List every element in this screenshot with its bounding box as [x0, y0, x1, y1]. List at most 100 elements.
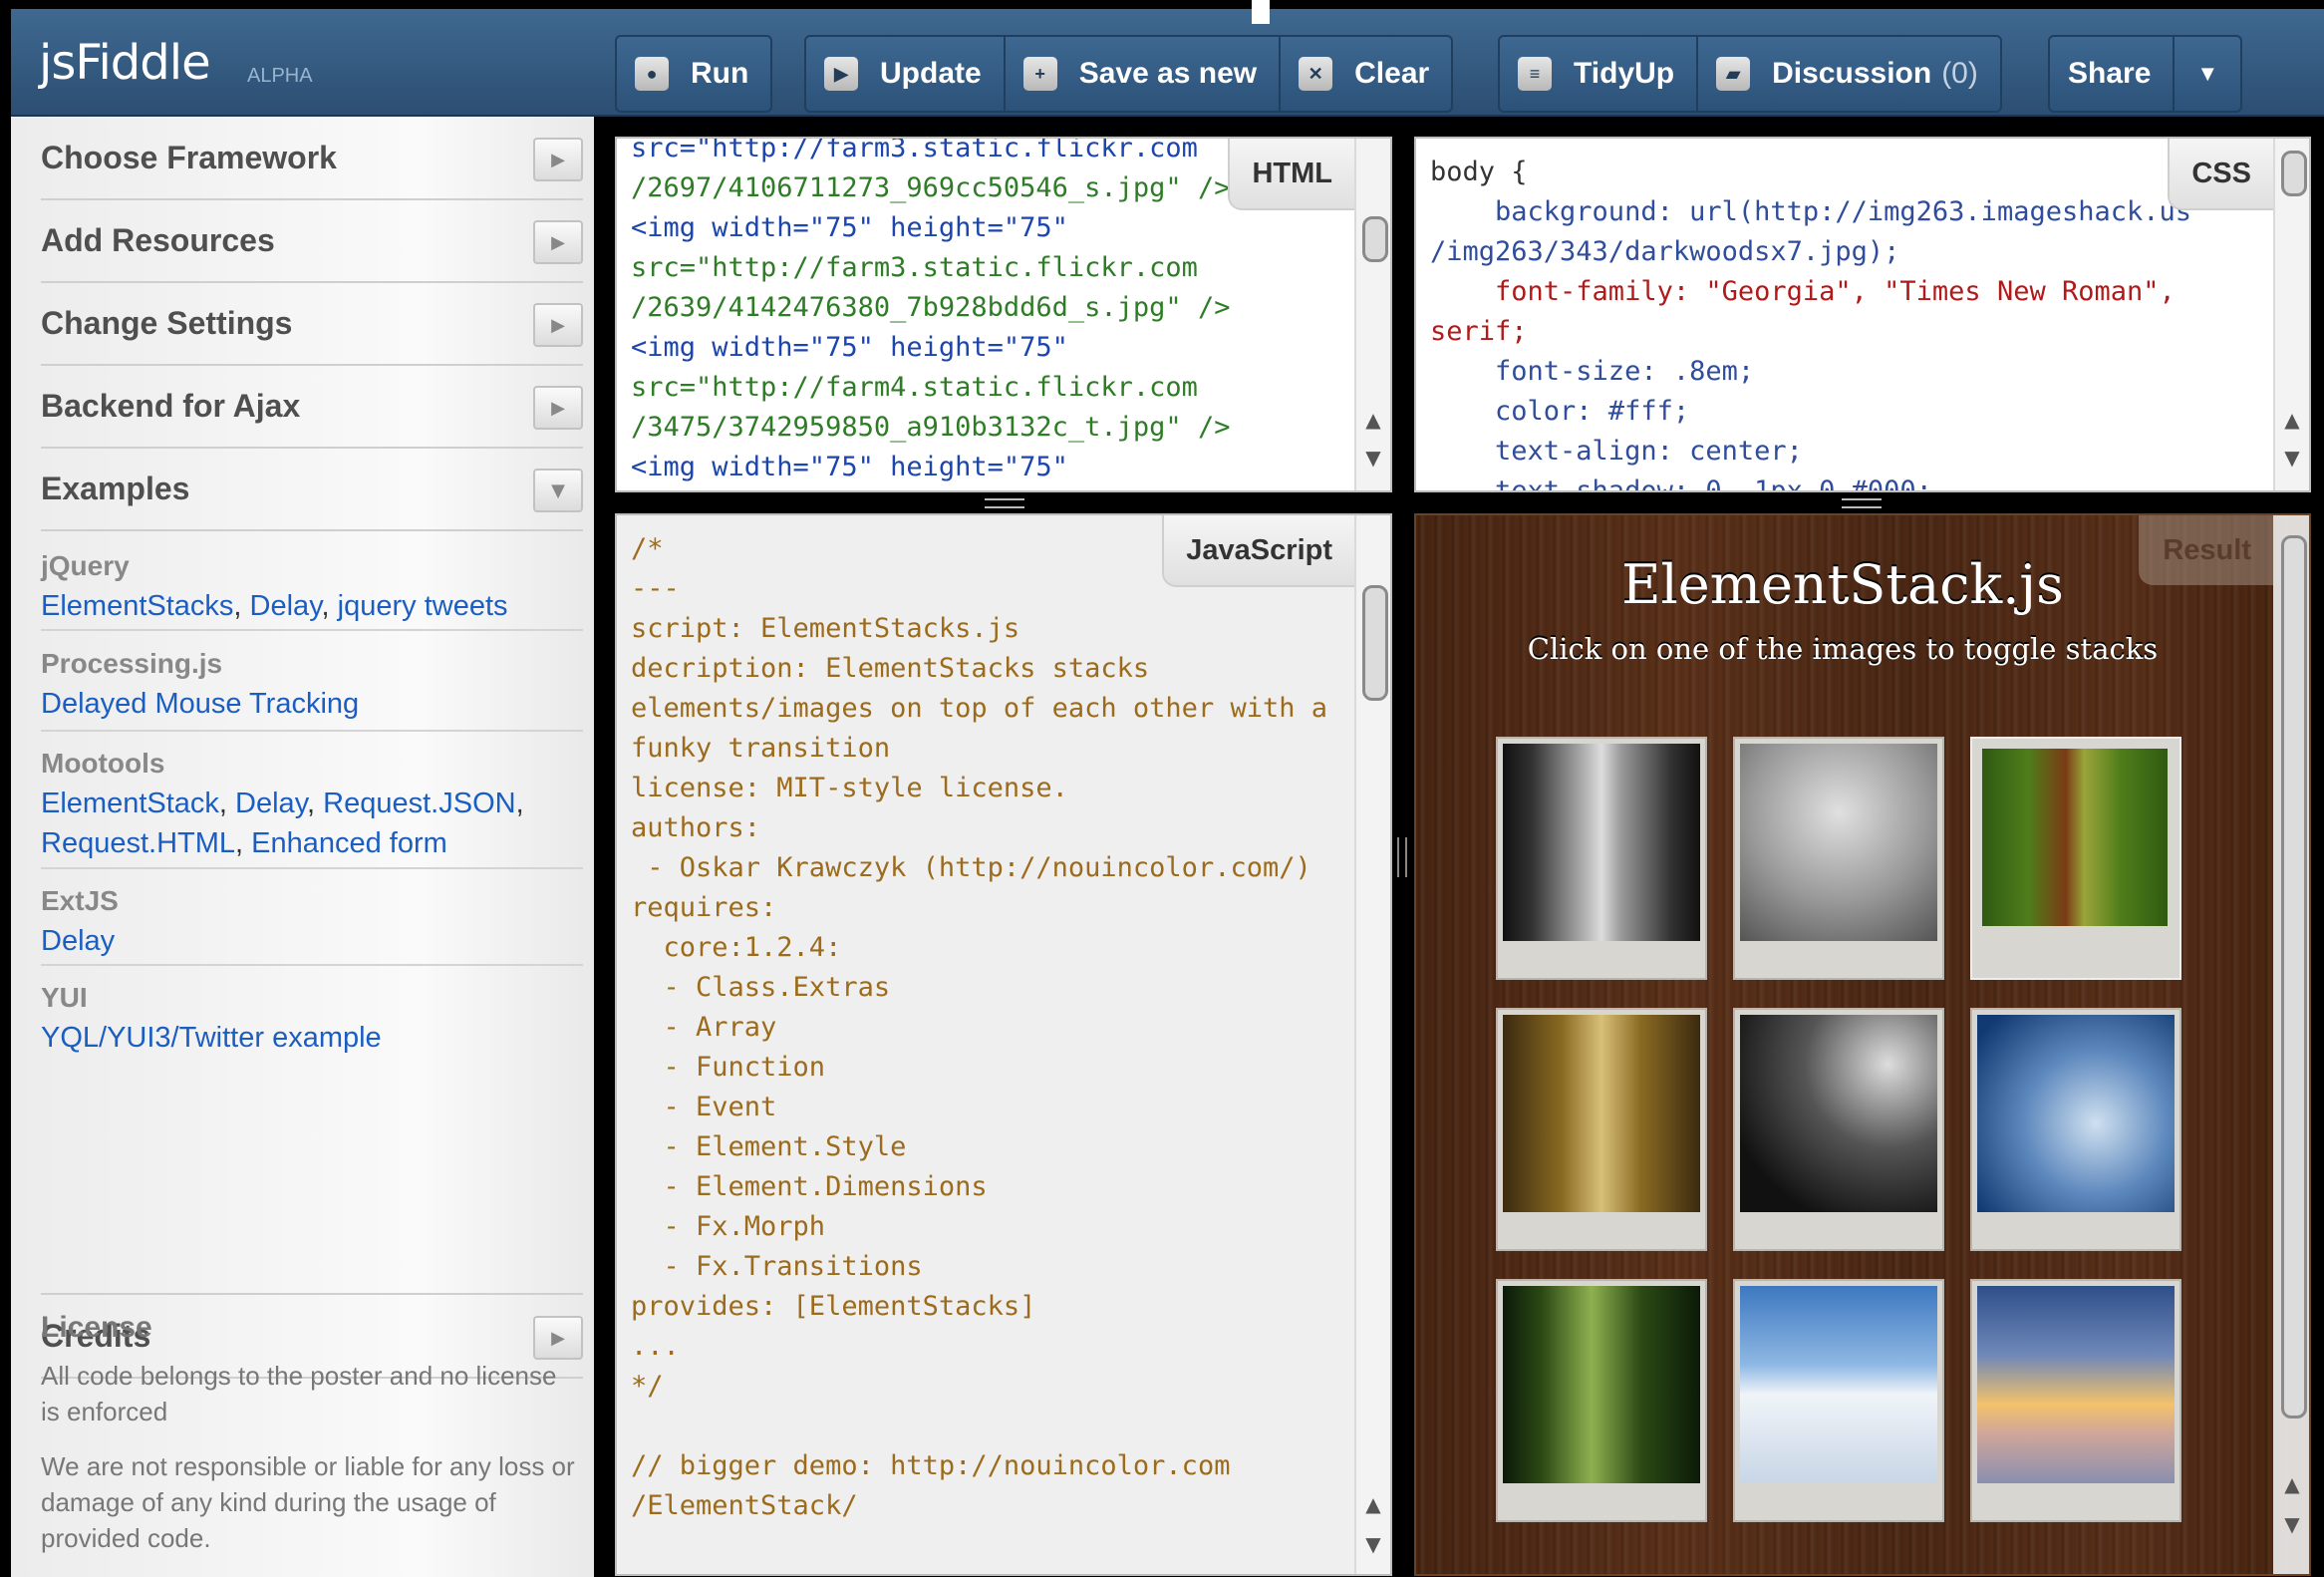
scroll-down-icon[interactable]: ▼	[2275, 1512, 2309, 1536]
foggy-tree-photo	[1740, 744, 1937, 941]
example-link[interactable]: ElementStack	[41, 788, 219, 819]
scroll-thumb[interactable]	[1362, 216, 1388, 262]
result-subtitle: Click on one of the images to toggle sta…	[1527, 632, 2159, 666]
example-group: Processing.js Delayed Mouse Tracking	[41, 632, 583, 732]
play-icon: ▶	[824, 57, 858, 91]
tidyup-button[interactable]: ≡ TidyUp	[1500, 37, 1699, 111]
dark-animal-photo	[1740, 1015, 1937, 1212]
sidebar: Choose Framework ▶ Add Resources ▶ Chang…	[11, 117, 594, 1577]
sunset-cabin-photo	[1977, 1286, 2175, 1483]
html-code[interactable]: src="http://farm3.static.flickr.com /269…	[631, 139, 1230, 487]
photo-stack[interactable]	[1496, 1279, 1707, 1522]
photo-stack[interactable]	[1733, 1008, 1944, 1251]
run-group: ● Run	[615, 35, 773, 113]
example-link[interactable]: ElementStacks	[41, 590, 233, 622]
photo-stack[interactable]	[1733, 737, 1944, 980]
discussion-button[interactable]: ▰ Discussion (0)	[1698, 37, 2000, 111]
javascript-scrollbar[interactable]: ▲ ▼	[1354, 515, 1390, 1574]
html-scrollbar[interactable]: ▲ ▼	[1354, 139, 1390, 490]
license-text: All code belongs to the poster and no li…	[41, 1361, 557, 1426]
share-button[interactable]: Share	[2050, 37, 2176, 111]
html-panel-label: HTML	[1228, 139, 1356, 210]
photo-stack[interactable]	[1496, 737, 1707, 980]
photo-stack[interactable]	[1733, 1279, 1944, 1522]
chevron-down-icon[interactable]: ▼	[533, 469, 583, 512]
css-code[interactable]: body { background: url(http://img263.ima…	[1430, 153, 2191, 490]
css-panel-label: CSS	[2168, 139, 2275, 210]
photo-stack[interactable]	[1970, 737, 2181, 980]
chevron-right-icon[interactable]: ▶	[533, 138, 583, 181]
chevron-right-icon[interactable]: ▶	[533, 303, 583, 347]
chevron-right-icon[interactable]: ▶	[533, 220, 583, 264]
chevron-right-icon[interactable]: ▶	[533, 1316, 583, 1360]
example-link[interactable]: Delay	[235, 788, 307, 819]
example-link[interactable]: Delayed Mouse Tracking	[41, 688, 359, 720]
css-panel[interactable]: body { background: url(http://img263.ima…	[1414, 137, 2311, 492]
liability-text: We are not responsible or liable for any…	[41, 1451, 575, 1553]
example-link[interactable]: Delay	[41, 925, 115, 957]
vertical-resize-handle[interactable]	[1397, 837, 1407, 877]
forest-photo	[1503, 744, 1700, 941]
save-group: ▶ Update + Save as new ✕ Clear	[804, 35, 1454, 113]
example-link[interactable]: YQL/YUI3/Twitter example	[41, 1022, 382, 1054]
example-link[interactable]: Request.JSON	[323, 788, 515, 819]
resize-handle[interactable]	[985, 498, 1024, 508]
scroll-thumb[interactable]	[2281, 535, 2307, 1419]
close-icon: ✕	[1299, 57, 1333, 91]
sidebar-add-resources[interactable]: Add Resources ▶	[41, 199, 583, 283]
share-group: Share ▼	[2048, 35, 2243, 113]
top-notch	[1252, 0, 1270, 24]
resize-handle[interactable]	[1842, 498, 1882, 508]
result-scrollbar[interactable]: ▲ ▼	[2273, 515, 2309, 1574]
save-as-new-button[interactable]: + Save as new	[1006, 37, 1282, 111]
scroll-thumb[interactable]	[2281, 151, 2307, 196]
green-forest-photo	[1982, 749, 2168, 926]
example-group: jQuery ElementStacks, Delay, jquery twee…	[41, 534, 583, 631]
javascript-panel-label: JavaScript	[1162, 515, 1356, 587]
license-title: License	[41, 1311, 152, 1344]
sidebar-change-settings[interactable]: Change Settings ▶	[41, 282, 583, 366]
scroll-down-icon[interactable]: ▼	[1356, 446, 1390, 470]
chevron-right-icon[interactable]: ▶	[533, 386, 583, 430]
plus-icon: +	[1022, 57, 1057, 91]
autumn-forest-photo	[1503, 1015, 1700, 1212]
update-button[interactable]: ▶ Update	[806, 37, 1006, 111]
scroll-up-icon[interactable]: ▲	[2275, 408, 2309, 432]
photo-stack[interactable]	[1970, 1279, 2181, 1522]
scroll-down-icon[interactable]: ▼	[1356, 1532, 1390, 1556]
photo-stack[interactable]	[1496, 1008, 1707, 1251]
example-link[interactable]: jquery tweets	[338, 590, 508, 622]
chevron-down-icon: ▼	[2196, 61, 2219, 86]
example-link[interactable]: Enhanced form	[251, 827, 447, 859]
record-icon: ●	[635, 57, 669, 91]
share-dropdown-button[interactable]: ▼	[2175, 37, 2240, 111]
javascript-code[interactable]: /* --- script: ElementStacks.js decripti…	[631, 529, 1327, 1526]
frozen-leaf-photo	[1977, 1015, 2175, 1212]
html-panel[interactable]: src="http://farm3.static.flickr.com /269…	[615, 137, 1392, 492]
lines-icon: ≡	[1518, 57, 1552, 91]
example-link[interactable]: Request.HTML	[41, 827, 235, 859]
scroll-thumb[interactable]	[1362, 585, 1388, 701]
result-panel-label: Result	[2139, 515, 2275, 585]
sidebar-examples[interactable]: Examples ▼	[41, 448, 583, 531]
result-panel[interactable]: ElementStack.js Click on one of the imag…	[1414, 513, 2311, 1576]
scroll-up-icon[interactable]: ▲	[2275, 1472, 2309, 1496]
example-group: ExtJS Delay	[41, 869, 583, 966]
tools-group: ≡ TidyUp ▰ Discussion (0)	[1498, 35, 2002, 113]
scroll-up-icon[interactable]: ▲	[1356, 1492, 1390, 1516]
javascript-panel[interactable]: /* --- script: ElementStacks.js decripti…	[615, 513, 1392, 1576]
sidebar-backend-ajax[interactable]: Backend for Ajax ▶	[41, 365, 583, 449]
sidebar-choose-framework[interactable]: Choose Framework ▶	[41, 117, 583, 200]
pine-forest-photo	[1503, 1286, 1700, 1483]
css-scrollbar[interactable]: ▲ ▼	[2273, 139, 2309, 490]
speech-bubble-icon: ▰	[1716, 57, 1751, 91]
photo-stack[interactable]	[1970, 1008, 2181, 1251]
run-button[interactable]: ● Run	[617, 37, 770, 111]
example-link[interactable]: Delay	[250, 590, 322, 622]
discussion-count: (0)	[1941, 57, 1978, 90]
clear-button[interactable]: ✕ Clear	[1281, 37, 1451, 111]
alpha-tag: ALPHA	[247, 65, 313, 87]
scroll-down-icon[interactable]: ▼	[2275, 446, 2309, 470]
jsfiddle-logo[interactable]: jsFiddle	[39, 35, 211, 91]
scroll-up-icon[interactable]: ▲	[1356, 408, 1390, 432]
